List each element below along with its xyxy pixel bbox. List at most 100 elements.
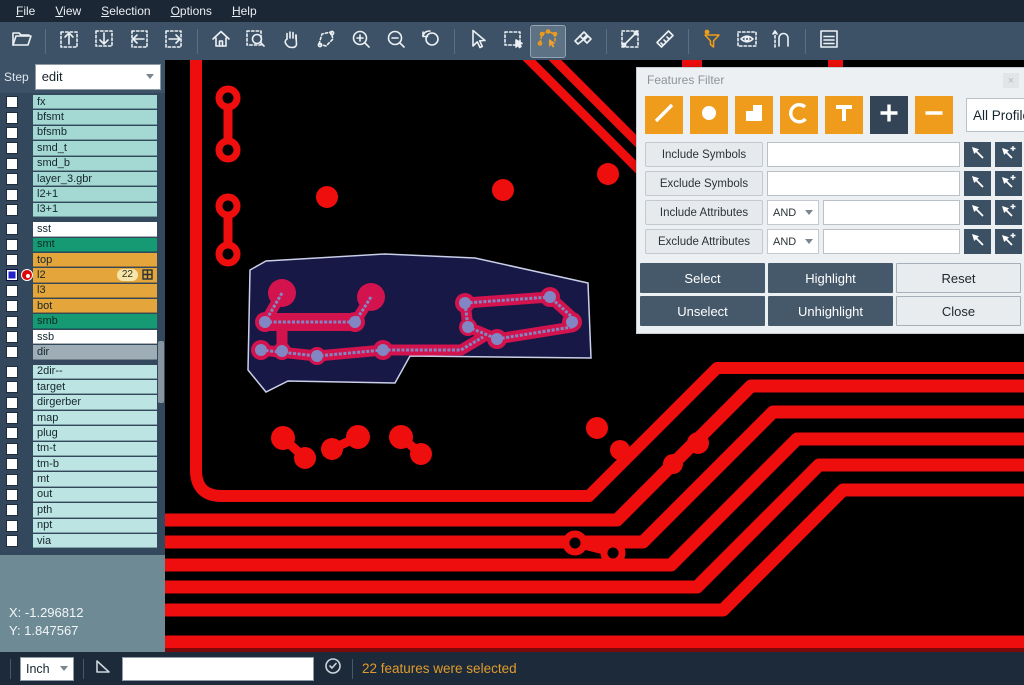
- angle-corner-icon[interactable]: [93, 656, 113, 681]
- exclude-attributes-operator-dropdown[interactable]: AND: [767, 229, 819, 254]
- layer-row-sst[interactable]: sst: [0, 222, 165, 236]
- feature-type-pad-button[interactable]: [690, 96, 728, 134]
- layer-row-bfsmt[interactable]: bfsmt: [0, 110, 165, 124]
- feature-type-surface-button[interactable]: [735, 96, 773, 134]
- layer-checkbox[interactable]: [6, 204, 18, 216]
- layer-row-top[interactable]: top: [0, 253, 165, 267]
- pick-attribute-button[interactable]: [964, 200, 991, 225]
- export-right-button[interactable]: [157, 26, 191, 57]
- pick-attribute-button[interactable]: [964, 229, 991, 254]
- features-filter-button[interactable]: [695, 26, 729, 57]
- layer-checkbox[interactable]: [6, 173, 18, 185]
- layer-checkbox[interactable]: [6, 504, 18, 516]
- measure-button[interactable]: [613, 26, 647, 57]
- export-bottom-button[interactable]: [87, 26, 121, 57]
- step-dropdown[interactable]: edit: [35, 64, 161, 90]
- layer-checkbox[interactable]: [6, 223, 18, 235]
- menu-options[interactable]: Options: [161, 1, 222, 21]
- refresh-check-icon[interactable]: [323, 656, 343, 681]
- layer-row-smd_t[interactable]: smd_t: [0, 141, 165, 155]
- layer-row-l2plus1[interactable]: l2+1: [0, 187, 165, 201]
- layer-row-smd_b[interactable]: smd_b: [0, 157, 165, 171]
- layer-checkbox[interactable]: [6, 381, 18, 393]
- layer-row-tm-b[interactable]: tm-b: [0, 457, 165, 471]
- units-dropdown[interactable]: Inch: [20, 657, 74, 681]
- grid-table-icon[interactable]: [142, 269, 153, 280]
- layer-row-tm-t[interactable]: tm-t: [0, 442, 165, 456]
- exclude-attributes-button[interactable]: Exclude Attributes: [645, 229, 763, 254]
- pick-add-attribute-button[interactable]: [995, 229, 1022, 254]
- layer-checkbox[interactable]: [6, 474, 18, 486]
- layers-panel-button[interactable]: [812, 26, 846, 57]
- unselect-button[interactable]: Unselect: [640, 296, 765, 326]
- layer-checkbox[interactable]: [6, 366, 18, 378]
- layer-row-via[interactable]: via: [0, 534, 165, 548]
- layer-row-fx[interactable]: fx: [0, 95, 165, 109]
- pick-add-symbol-button[interactable]: [995, 171, 1022, 196]
- layer-row-bfsmb[interactable]: bfsmb: [0, 126, 165, 140]
- layer-checkbox[interactable]: [6, 127, 18, 139]
- remove-filter-button[interactable]: [915, 96, 953, 134]
- home-view-button[interactable]: [204, 26, 238, 57]
- include-symbols-input[interactable]: [767, 142, 960, 167]
- profile-dropdown[interactable]: All Profile: [966, 98, 1024, 132]
- layer-row-map[interactable]: map: [0, 411, 165, 425]
- feature-type-text-button[interactable]: [825, 96, 863, 134]
- layer-row-bot[interactable]: bot: [0, 299, 165, 313]
- layer-checkbox[interactable]: [6, 316, 18, 328]
- rectangle-select-button[interactable]: [496, 26, 530, 57]
- export-top-button[interactable]: [52, 26, 86, 57]
- polygon-select-button[interactable]: [531, 26, 565, 57]
- feature-type-arc-button[interactable]: [780, 96, 818, 134]
- layer-list-scrollbar[interactable]: [158, 341, 164, 403]
- layer-checkbox[interactable]: [6, 189, 18, 201]
- layer-checkbox[interactable]: [6, 112, 18, 124]
- zoom-previous-button[interactable]: [414, 26, 448, 57]
- layer-checkbox[interactable]: [6, 535, 18, 547]
- ruler-button[interactable]: [648, 26, 682, 57]
- layer-row-layer_3[interactable]: layer_3.gbr: [0, 172, 165, 186]
- layer-checkbox[interactable]: [6, 346, 18, 358]
- layer-checkbox[interactable]: [6, 158, 18, 170]
- view-window-button[interactable]: [730, 26, 764, 57]
- layer-row-dirgerber[interactable]: dirgerber: [0, 395, 165, 409]
- menu-help[interactable]: Help: [222, 1, 267, 21]
- layer-row-ssb[interactable]: ssb: [0, 330, 165, 344]
- layer-checkbox[interactable]: [6, 285, 18, 297]
- layer-checkbox[interactable]: [6, 520, 18, 532]
- close-button[interactable]: Close: [896, 296, 1021, 326]
- layer-row-2dir[interactable]: 2dir--: [0, 365, 165, 379]
- pan-button[interactable]: [274, 26, 308, 57]
- layer-checkbox[interactable]: [6, 142, 18, 154]
- layer-row-plug[interactable]: plug: [0, 426, 165, 440]
- include-attributes-input[interactable]: [823, 200, 960, 225]
- layer-row-pth[interactable]: pth: [0, 503, 165, 517]
- close-icon[interactable]: ×: [1003, 73, 1019, 88]
- layer-checkbox[interactable]: [6, 96, 18, 108]
- layer-checkbox[interactable]: [6, 300, 18, 312]
- include-attributes-operator-dropdown[interactable]: AND: [767, 200, 819, 225]
- layer-checkbox[interactable]: [6, 427, 18, 439]
- layer-checkbox[interactable]: [6, 412, 18, 424]
- layer-row-l2[interactable]: l2 22: [0, 268, 165, 282]
- zoom-window-button[interactable]: [239, 26, 273, 57]
- pick-add-symbol-button[interactable]: [995, 142, 1022, 167]
- layer-checkbox[interactable]: [6, 331, 18, 343]
- snap-button[interactable]: [765, 26, 799, 57]
- layer-checkbox-checked[interactable]: [6, 269, 18, 281]
- select-arrow-button[interactable]: [461, 26, 495, 57]
- command-input[interactable]: [122, 657, 314, 681]
- layer-row-dir[interactable]: dir: [0, 345, 165, 359]
- layer-checkbox[interactable]: [6, 397, 18, 409]
- layer-checkbox[interactable]: [6, 443, 18, 455]
- include-symbols-button[interactable]: Include Symbols: [645, 142, 763, 167]
- zoom-out-button[interactable]: [379, 26, 413, 57]
- layer-checkbox[interactable]: [6, 489, 18, 501]
- zoom-polygon-button[interactable]: [309, 26, 343, 57]
- layer-row-smb[interactable]: smb: [0, 314, 165, 328]
- layer-checkbox[interactable]: [6, 239, 18, 251]
- menu-view[interactable]: View: [45, 1, 91, 21]
- select-button[interactable]: Select: [640, 263, 765, 293]
- exclude-symbols-button[interactable]: Exclude Symbols: [645, 171, 763, 196]
- include-attributes-button[interactable]: Include Attributes: [645, 200, 763, 225]
